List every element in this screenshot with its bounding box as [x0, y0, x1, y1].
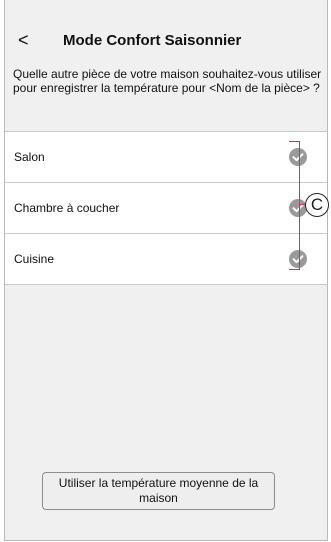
question-text: Quelle autre pièce de votre maison souha…: [13, 67, 322, 95]
room-label: Cuisine: [14, 252, 55, 266]
room-option-cuisine[interactable]: Cuisine: [5, 234, 327, 285]
annotation-bracket: [289, 141, 300, 270]
annotation-callout-c: C: [305, 193, 329, 217]
room-option-chambre[interactable]: Chambre à coucher: [5, 183, 327, 234]
app-screen: < Mode Confort Saisonnier Quelle autre p…: [4, 0, 328, 541]
room-list: Salon Chambre à coucher Cuisine: [5, 131, 327, 285]
room-label: Salon: [14, 150, 45, 164]
room-option-salon[interactable]: Salon: [5, 132, 327, 183]
use-average-temperature-button[interactable]: Utiliser la température moyenne de la ma…: [42, 472, 275, 510]
header: < Mode Confort Saisonnier Quelle autre p…: [5, 0, 327, 130]
back-button[interactable]: <: [18, 30, 38, 50]
room-label: Chambre à coucher: [14, 201, 120, 215]
chevron-left-icon: <: [18, 30, 29, 50]
page-title: Mode Confort Saisonnier: [63, 32, 242, 49]
